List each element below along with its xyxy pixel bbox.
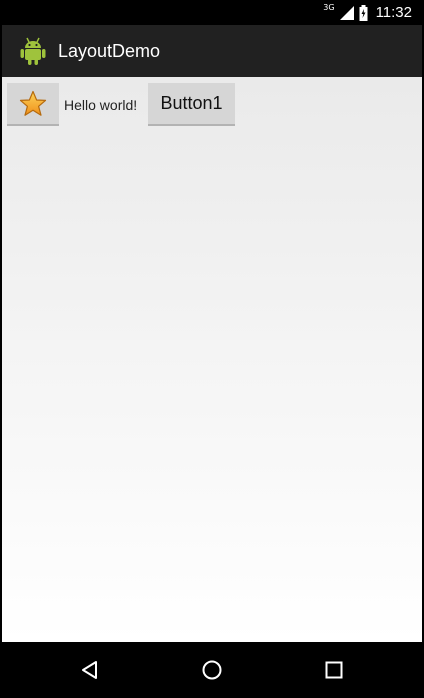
main-content: Hello world! Button1 xyxy=(2,77,422,642)
android-robot-icon[interactable] xyxy=(18,36,48,66)
signal-icon xyxy=(339,5,354,20)
star-icon xyxy=(19,90,47,118)
app-title: LayoutDemo xyxy=(58,40,161,61)
home-button[interactable] xyxy=(197,655,227,685)
hello-world-text: Hello world! xyxy=(64,97,138,113)
recents-icon xyxy=(324,660,344,680)
network-type-label: 3G xyxy=(323,3,335,12)
button1[interactable]: Button1 xyxy=(148,83,235,126)
back-button[interactable] xyxy=(75,655,105,685)
recents-button[interactable] xyxy=(319,655,349,685)
status-icons: 3G 11:32 xyxy=(323,0,412,25)
device-screen: 3G 11:32 LayoutDemo Hello world! Button1 xyxy=(0,0,424,698)
battery-icon xyxy=(359,4,368,21)
navigation-bar xyxy=(2,642,422,698)
clock-time: 11:32 xyxy=(375,4,412,21)
home-icon xyxy=(201,659,223,681)
back-icon xyxy=(80,660,100,680)
star-image-button[interactable] xyxy=(7,83,59,126)
action-bar: LayoutDemo xyxy=(2,25,422,77)
status-bar: 3G 11:32 xyxy=(2,0,422,25)
